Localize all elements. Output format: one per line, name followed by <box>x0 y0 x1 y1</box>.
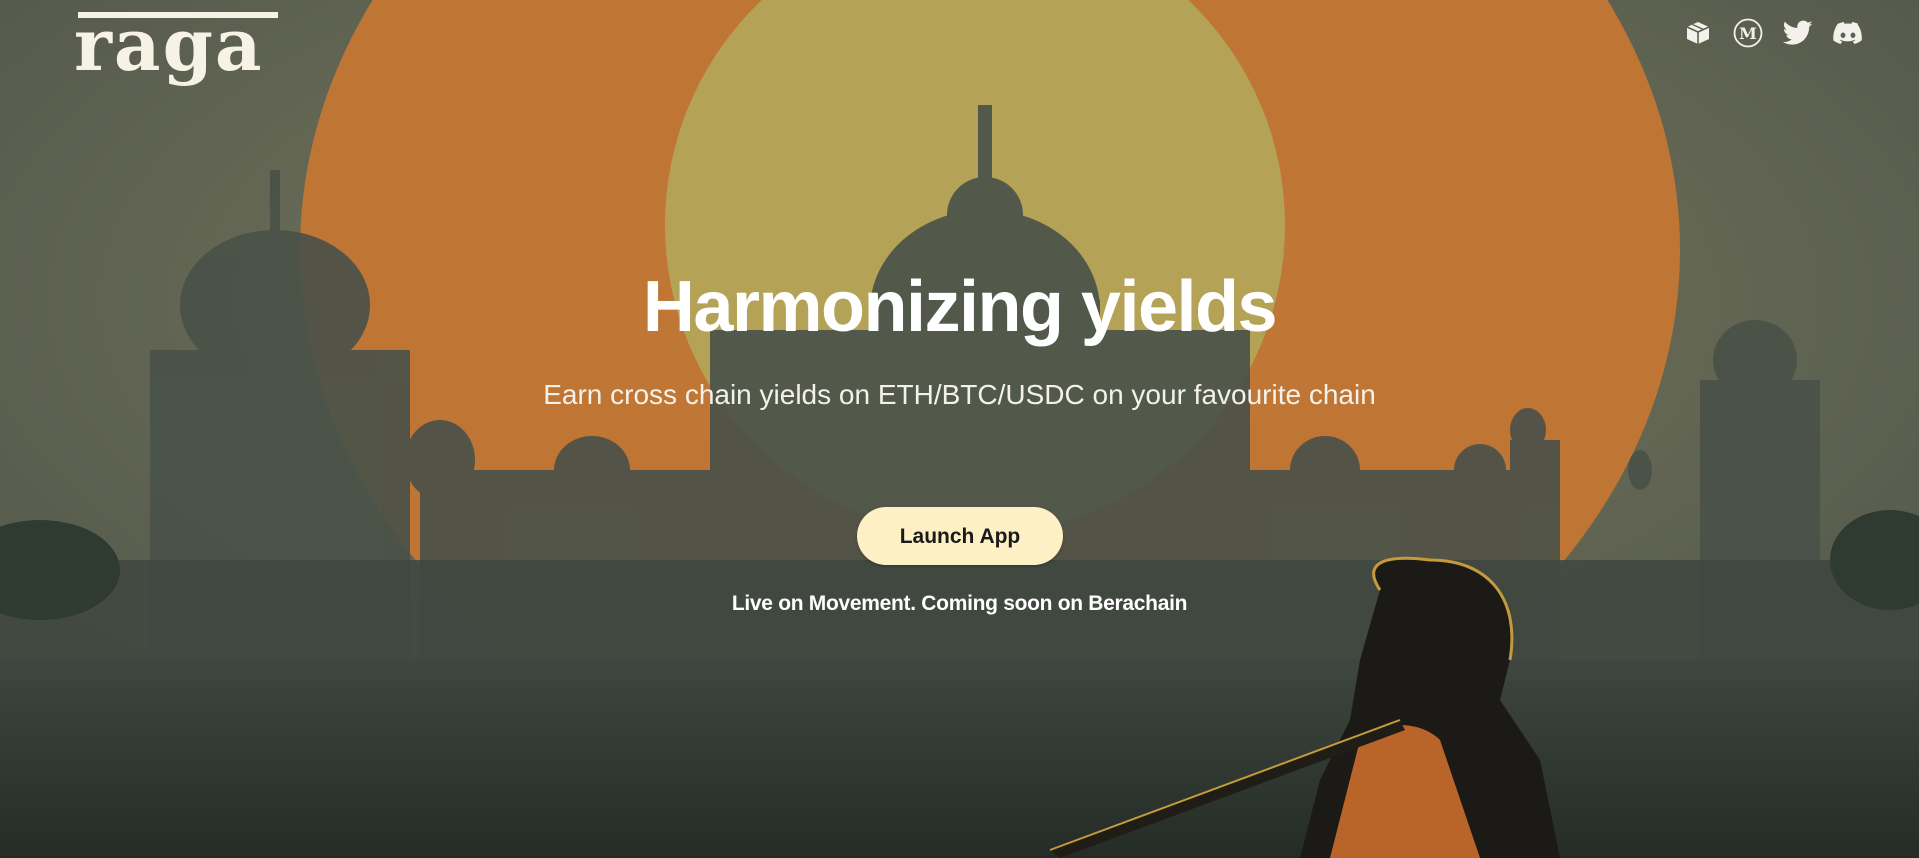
discord-icon <box>1833 21 1862 44</box>
deployment-status-text: Live on Movement. Coming soon on Beracha… <box>731 592 1188 615</box>
social-links: M <box>1683 18 1863 48</box>
hero-subheadline: Earn cross chain yields on ETH/BTC/USDC … <box>543 379 1376 410</box>
docs-link[interactable] <box>1683 18 1713 48</box>
medium-icon: M <box>1733 18 1763 48</box>
landing-page: raga M Harmonizing yields Earn cross cha… <box>0 0 1919 858</box>
launch-app-button[interactable]: Launch App <box>857 507 1063 565</box>
twitter-link[interactable] <box>1783 18 1813 48</box>
discord-link[interactable] <box>1833 18 1863 48</box>
twitter-icon <box>1783 20 1813 45</box>
hero-headline: Harmonizing yields <box>642 267 1278 347</box>
box-icon <box>1686 22 1710 44</box>
hero-background-illustration <box>0 0 1919 858</box>
svg-text:M: M <box>1739 24 1757 43</box>
medium-link[interactable]: M <box>1733 18 1763 48</box>
raga-logo[interactable]: raga <box>74 8 280 100</box>
logo-text: raga <box>74 2 264 87</box>
